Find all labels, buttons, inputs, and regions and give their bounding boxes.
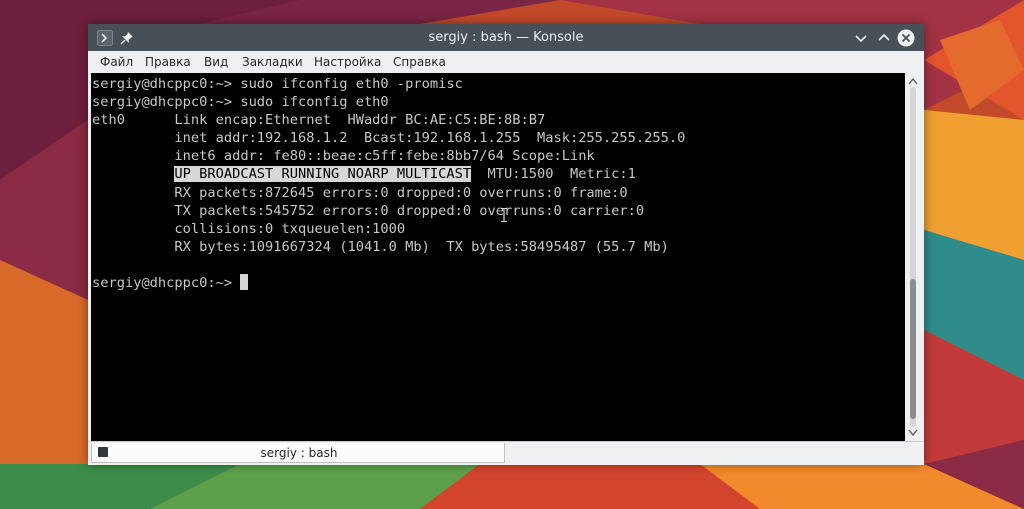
title-bar[interactable]: sergiy : bash — Konsole [88, 24, 924, 51]
terminal-line-flags: UP BROADCAST RUNNING NOARP MULTICAST MTU… [92, 165, 685, 183]
tab-sergiy-bash[interactable]: sergiy : bash [91, 443, 505, 463]
prompt-line: sergiy@dhcppc0:~> [92, 274, 685, 292]
terminal-line: TX packets:545752 errors:0 dropped:0 ove… [92, 202, 645, 219]
konsole-window[interactable]: sergiy : bash — Konsole Файл Правка Вид … [88, 24, 924, 465]
prompt-text: sergiy@dhcppc0:~> [92, 275, 241, 292]
close-icon[interactable] [897, 29, 915, 47]
text-cursor [240, 274, 249, 291]
terminal-line: eth0 Link encap:Ethernet HWaddr BC:AE:C5… [92, 112, 562, 129]
terminal-output[interactable]: sergiy@dhcppc0:~> sudo ifconfig eth0 -pr… [91, 73, 905, 441]
flags-indent [92, 166, 174, 182]
terminal-line: collisions:0 txqueuelen:1000 [92, 220, 414, 237]
tab-bar: sergiy : bash [88, 441, 924, 465]
tab-label: sergiy : bash [260, 446, 338, 460]
menu-bookmarks[interactable]: Закладки [242, 51, 303, 73]
menu-help[interactable]: Справка [393, 51, 446, 73]
terminal-line: inet6 addr: fe80::beae:c5ff:febe:8bb7/64… [92, 148, 595, 165]
terminal-app-icon[interactable] [96, 29, 114, 47]
window-title: sergiy : bash — Konsole [428, 30, 584, 45]
scroll-down-arrow-icon[interactable] [908, 429, 918, 437]
terminal-line: RX bytes:1091667324 (1041.0 Mb) TX bytes… [92, 238, 669, 255]
menu-settings[interactable]: Настройка [314, 51, 381, 73]
menu-bar: Файл Правка Вид Закладки Настройка Справ… [88, 51, 924, 73]
terminal-line: RX packets:872645 errors:0 dropped:0 ove… [92, 184, 628, 201]
menu-edit[interactable]: Правка [145, 51, 191, 73]
minimize-icon[interactable] [852, 29, 870, 47]
vertical-scrollbar[interactable] [905, 73, 921, 441]
selected-text[interactable]: UP BROADCAST RUNNING NOARP MULTICAST [174, 166, 472, 183]
terminal-line: sergiy@dhcppc0:~> sudo ifconfig eth0 [92, 94, 389, 111]
terminal-text: sergiy@dhcppc0:~> sudo ifconfig eth0 -pr… [92, 75, 685, 292]
ibeam-cursor-icon [501, 208, 507, 222]
mtu-metric-text: MTU:1500 Metric:1 [471, 166, 636, 183]
pin-icon[interactable] [118, 29, 136, 47]
terminal-line: inet addr:192.168.1.2 Bcast:192.168.1.25… [92, 130, 686, 147]
terminal-line: sergiy@dhcppc0:~> sudo ifconfig eth0 -pr… [92, 76, 463, 92]
maximize-icon[interactable] [875, 29, 893, 47]
scroll-thumb[interactable] [910, 279, 916, 419]
scroll-up-arrow-icon[interactable] [908, 77, 918, 85]
menu-file[interactable]: Файл [100, 51, 133, 73]
menu-view[interactable]: Вид [204, 51, 228, 73]
